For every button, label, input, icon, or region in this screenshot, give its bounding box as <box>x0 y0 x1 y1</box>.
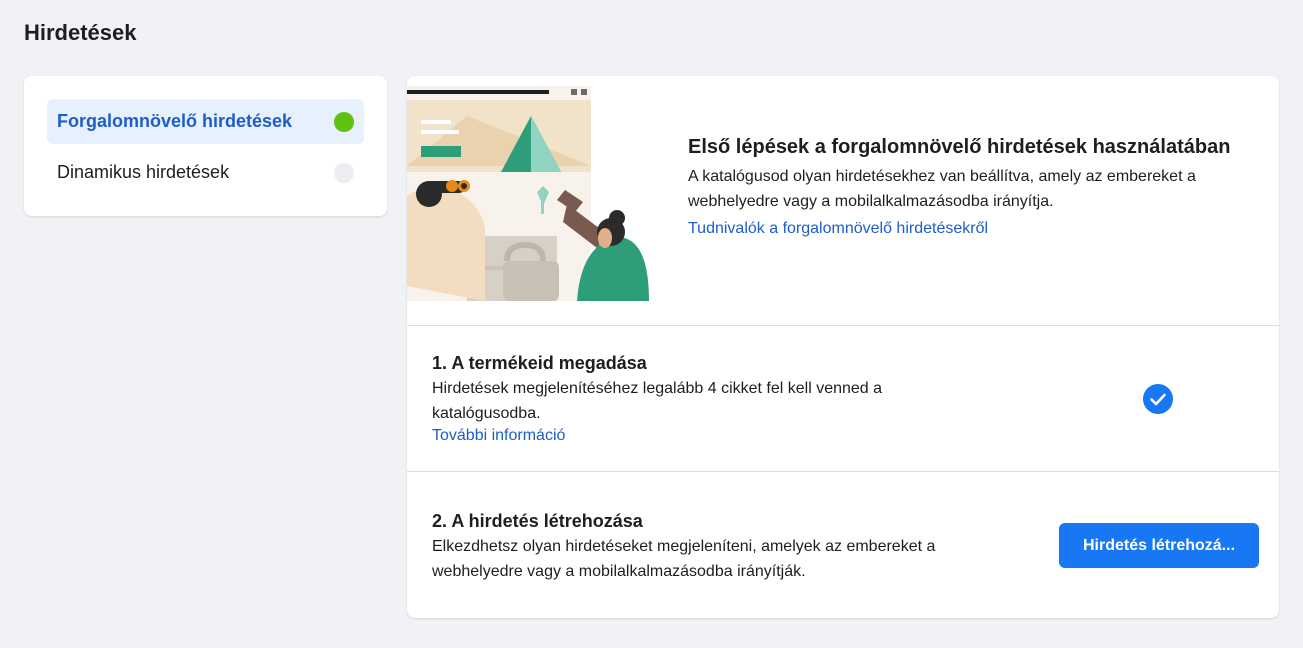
check-circle-icon <box>1143 384 1173 414</box>
sidebar: Forgalomnövelő hirdetések Dinamikus hird… <box>24 76 387 216</box>
hero-section: Első lépések a forgalomnövelő hirdetések… <box>407 76 1279 326</box>
hero-title: Első lépések a forgalomnövelő hirdetések… <box>688 136 1231 158</box>
sidebar-item-dynamic-ads[interactable]: Dinamikus hirdetések <box>47 150 364 195</box>
sidebar-item-label: Dinamikus hirdetések <box>57 162 230 182</box>
step-add-products: 1. A termékeid megadása Hirdetések megje… <box>407 326 1279 472</box>
status-dot-icon <box>334 111 354 132</box>
sidebar-item-label: Forgalomnövelő hirdetések <box>57 111 293 131</box>
step-create-ad: 2. A hirdetés létrehozása Elkezdhetsz ol… <box>407 472 1279 617</box>
page-title: Hirdetések <box>24 20 137 45</box>
more-info-link[interactable]: További információ <box>432 427 565 445</box>
hero-illustration <box>407 86 649 301</box>
main-panel: Első lépések a forgalomnövelő hirdetések… <box>407 76 1279 618</box>
sidebar-item-traffic-ads[interactable]: Forgalomnövelő hirdetések <box>47 99 364 144</box>
step-description: Elkezdhetsz olyan hirdetéseket megjelení… <box>432 538 936 580</box>
learn-more-traffic-ads-link[interactable]: Tudnivalók a forgalomnövelő hirdetésekrő… <box>688 220 988 238</box>
step-title: 1. A termékeid megadása <box>432 353 647 373</box>
create-ad-button[interactable]: Hirdetés létrehozá... <box>1059 523 1259 568</box>
step-description: Hirdetések megjelenítéséhez legalább 4 c… <box>432 380 883 422</box>
status-dot-icon <box>334 162 354 183</box>
hero-description: A katalógusod olyan hirdetésekhez van be… <box>688 168 1196 210</box>
